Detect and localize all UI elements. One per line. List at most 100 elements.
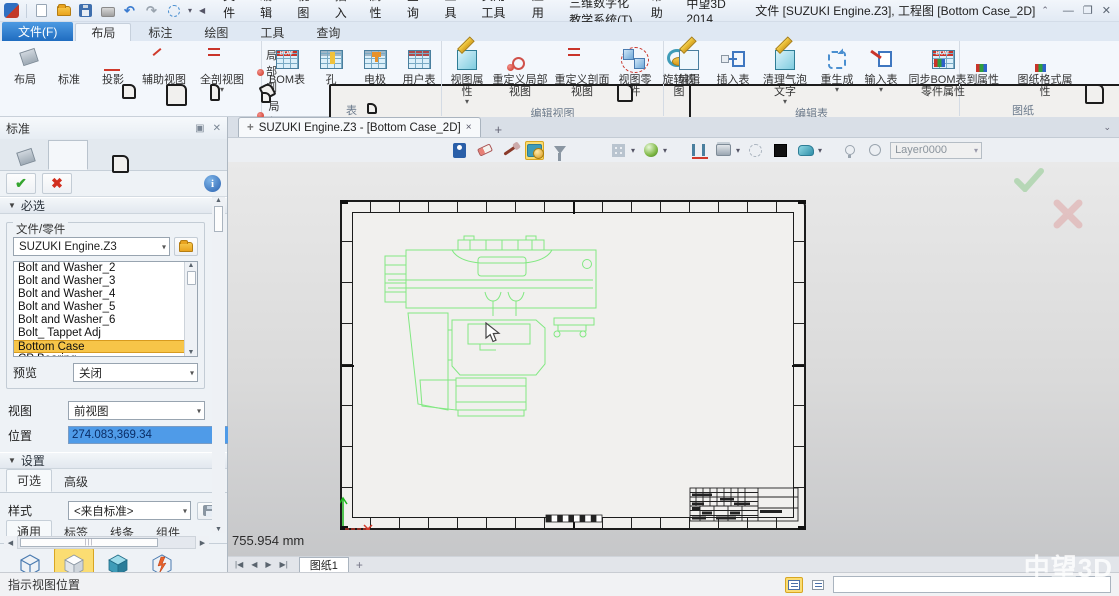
command-input[interactable] [833,576,1111,593]
list-item[interactable]: Bolt and Washer_4 [14,288,184,301]
clean-balloon-text-button[interactable]: 清理气泡文字 ▾ [756,44,814,105]
new-file-icon[interactable] [34,3,49,18]
style-combo[interactable]: <来自标准> [68,501,191,520]
prompt-toggle-icon[interactable] [785,577,803,593]
close-button[interactable]: ✕ [1102,4,1111,17]
edit-button[interactable]: 编辑 [668,44,710,86]
auxiliary-view-button[interactable]: 辅助视图 [136,44,192,86]
ribbon-tab-draw[interactable]: 绘图 [189,23,243,41]
add-sheet-button[interactable]: + [351,558,368,572]
hole-table-button[interactable]: 孔 [310,44,352,86]
qat-collapse-icon[interactable]: ◀ [199,6,205,15]
display-object-caret[interactable]: ▾ [818,146,822,155]
preview-combo[interactable]: 关闭 [73,363,198,382]
list-item-selected[interactable]: Bottom Case [14,340,184,353]
selection-circle-icon[interactable] [746,141,765,160]
scroll-up-icon[interactable]: ▲ [188,262,195,269]
panel-tab-layout[interactable] [6,144,46,170]
settings-section-header[interactable]: ▼ 设置 [0,452,227,469]
view-combo[interactable]: 前视图 [68,401,205,420]
attributes-button[interactable]: 属性 [967,44,1009,86]
grid-toggle-icon[interactable] [609,141,628,160]
panel-float-icon[interactable]: ▣ [195,123,204,134]
render-mode-caret[interactable]: ▾ [663,146,667,155]
redefine-section-view-button[interactable]: 重定义剖面视图 [552,44,612,98]
scroll-thumb[interactable]: ||| [20,538,158,547]
prev-sheet-icon[interactable]: ◀ [248,560,260,569]
print-icon[interactable] [100,3,115,18]
scroll-left-icon[interactable]: ◀ [4,539,17,547]
ribbon-tab-layout[interactable]: 布局 [75,23,131,41]
projection-button[interactable]: 投影 [92,44,134,86]
ribbon-collapse-icon[interactable]: ⌃ [1035,5,1055,16]
ghost-ok-icon[interactable] [1014,168,1044,192]
standard-view-button[interactable]: 标准 [48,44,90,86]
visualize-icon[interactable] [450,141,469,160]
save-icon[interactable] [78,3,93,18]
panel-tab-standard[interactable] [48,140,88,170]
tab-close-icon[interactable]: × [466,122,472,133]
ghost-cancel-icon[interactable] [1052,198,1084,230]
ribbon-tab-inquire[interactable]: 查询 [301,23,355,41]
scroll-up-icon[interactable]: ▲ [215,197,222,204]
info-button[interactable]: i [204,175,221,192]
scroll-thumb[interactable] [214,206,223,232]
required-section-header[interactable]: ▼ 必选 [0,197,227,214]
qat-dropdown-caret[interactable]: ▾ [188,6,192,15]
grid-caret[interactable]: ▾ [631,146,635,155]
next-sheet-icon[interactable]: ▶ [262,560,274,569]
import-table-button[interactable]: 输入表 ▾ [860,44,902,93]
render-mode-icon[interactable] [641,141,660,160]
file-combo[interactable]: SUZUKI Engine.Z3 [13,237,170,256]
ribbon-tab-annotate[interactable]: 标注 [133,23,187,41]
electrode-table-button[interactable]: 电极 [354,44,396,86]
layer-ring-icon[interactable] [865,141,884,160]
browse-folder-button[interactable] [174,237,198,256]
scroll-right-icon[interactable]: ▶ [196,539,209,547]
list-item[interactable]: Bolt and Washer_6 [14,314,184,327]
document-tab-active[interactable]: + SUZUKI Engine.Z3 - [Bottom Case_2D] × [238,117,481,137]
last-sheet-icon[interactable]: ▶| [277,560,291,569]
layout-button[interactable]: 布局 [4,44,46,86]
redo-icon[interactable]: ↷ [144,3,159,18]
tab-optional[interactable]: 可选 [6,469,52,492]
scroll-down-icon[interactable]: ▼ [188,349,195,356]
restore-button[interactable]: ❐ [1083,4,1093,17]
eraser-icon[interactable] [475,141,494,160]
panel-close-icon[interactable]: ✕ [213,123,221,134]
tab-list-chevron-icon[interactable]: ⌄ [1103,122,1111,133]
list-item[interactable]: Bolt and Washer_3 [14,275,184,288]
hatch-icon[interactable] [689,141,708,160]
window-toggle-icon[interactable] [809,577,827,593]
panel-vertical-scrollbar[interactable]: ▲ ▼ [212,197,225,533]
layer-combo[interactable]: Layer0000 [890,142,982,159]
new-document-tab-button[interactable]: + [491,122,507,137]
cancel-button[interactable]: ✖ [42,173,72,194]
open-file-icon[interactable] [56,3,71,18]
filter-icon[interactable] [550,141,569,160]
ribbon-tab-tools[interactable]: 工具 [245,23,299,41]
undo-icon[interactable]: ↶ [122,3,137,18]
scroll-down-icon[interactable]: ▼ [215,526,222,533]
layer-stack-icon[interactable] [714,141,733,160]
drawing-canvas[interactable]: 755.954 mm [228,162,1119,556]
list-item[interactable]: CP Bearing [14,353,184,356]
list-item[interactable]: Bolt and Washer_5 [14,301,184,314]
list-item[interactable]: Bolt_ Tappet Adj [14,327,184,340]
redefine-detail-view-button[interactable]: 重定义局部视图 [490,44,550,98]
list-scrollbar[interactable]: ▲ ▼ [184,262,197,356]
position-input[interactable] [68,426,230,444]
color-swatch-icon[interactable] [771,141,790,160]
show-table-globe-icon[interactable] [525,141,544,160]
brush-icon[interactable] [500,141,519,160]
first-sheet-icon[interactable]: |◀ [232,560,246,569]
regenerate-button[interactable]: 重生成 ▾ [816,44,858,93]
tab-advanced[interactable]: 高级 [54,471,98,492]
list-item[interactable]: Bolt and Washer_2 [14,262,184,275]
bom-table-button[interactable]: BOM BOM表 [266,44,308,86]
insert-table-button[interactable]: 插入表 [712,44,754,86]
panel-horizontal-scrollbar[interactable]: ◀ ||| ▶ [4,536,209,549]
sheet-format-attributes-button[interactable]: 图纸格式属性 [1011,44,1079,98]
minimize-button[interactable]: — [1063,5,1074,17]
display-object-icon[interactable] [796,141,815,160]
